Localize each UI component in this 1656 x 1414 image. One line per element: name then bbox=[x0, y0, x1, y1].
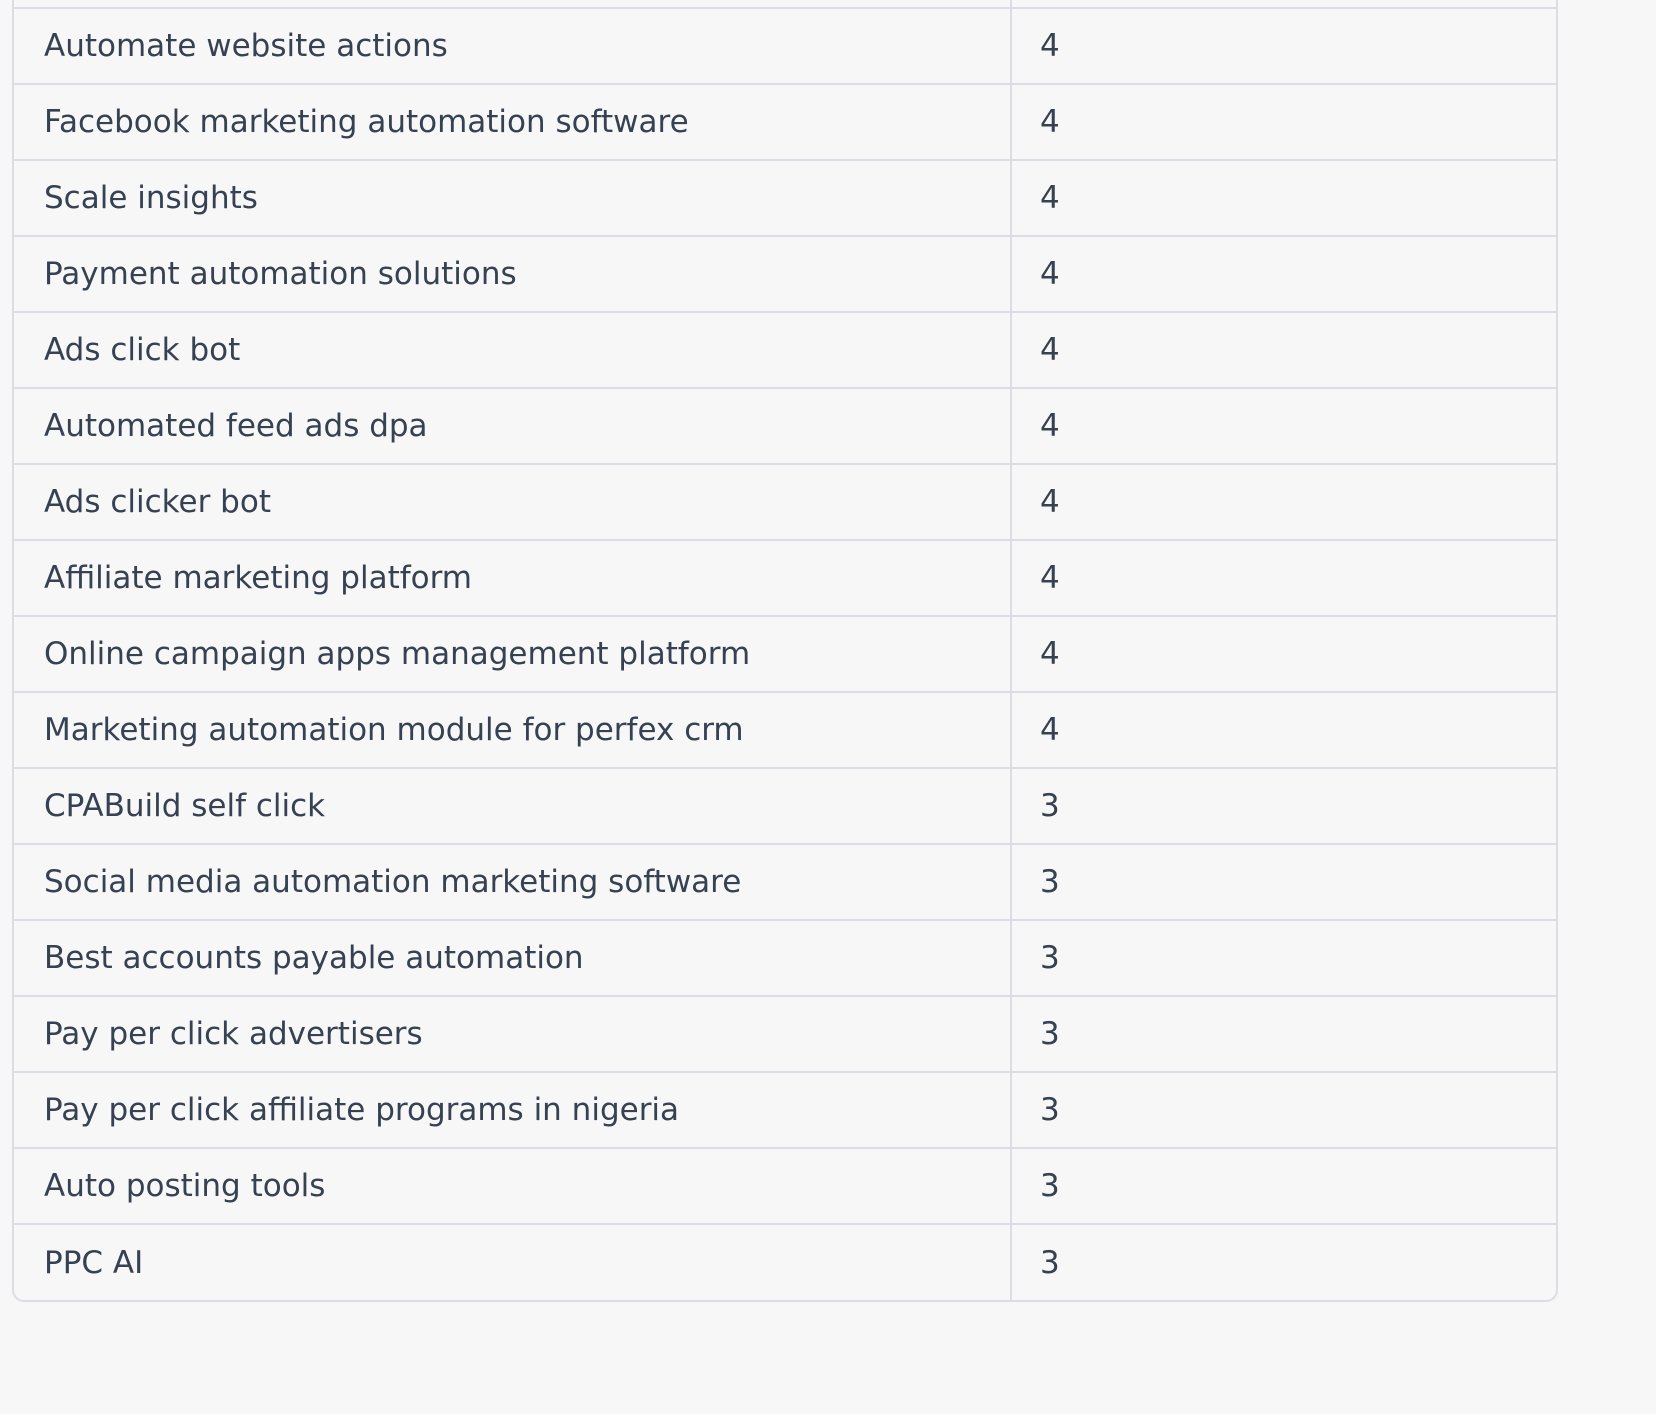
keyword-cell: Scale insights bbox=[14, 160, 1012, 237]
count-cell: 3 bbox=[1011, 996, 1556, 1073]
table-row: Pay per click affiliate programs in nige… bbox=[14, 1072, 1556, 1149]
count-cell: 3 bbox=[1011, 920, 1556, 997]
count-cell: 4 bbox=[1011, 312, 1556, 389]
table-row: Ads click bot 4 bbox=[14, 312, 1556, 389]
count-cell: 4 bbox=[1011, 692, 1556, 769]
keyword-cell: PPC AI bbox=[14, 1224, 1012, 1300]
keyword-cell: Online campaign apps management platform bbox=[14, 616, 1012, 693]
table-row: Pay per click advertisers 3 bbox=[14, 996, 1556, 1073]
keyword-cell: Auto posting tools bbox=[14, 1148, 1012, 1225]
count-cell: 4 bbox=[1011, 388, 1556, 465]
keyword-cell: Facebook marketing automation software bbox=[14, 84, 1012, 161]
keyword-cell: CPABuild self click bbox=[14, 768, 1012, 845]
table-row: Payment automation solutions 4 bbox=[14, 236, 1556, 313]
keyword-cell: Automate website actions bbox=[14, 8, 1012, 85]
table-row: Auto posting tools 3 bbox=[14, 1148, 1556, 1225]
keyword-cell: Payment automation solutions bbox=[14, 236, 1012, 313]
count-cell: 4 bbox=[1011, 160, 1556, 237]
keyword-cell: Pay per click advertisers bbox=[14, 996, 1012, 1073]
table-row-partial bbox=[14, 0, 1556, 9]
table-row: CPABuild self click 3 bbox=[14, 768, 1556, 845]
count-cell: 3 bbox=[1011, 768, 1556, 845]
table-row: Automated feed ads dpa 4 bbox=[14, 388, 1556, 465]
keyword-cell bbox=[14, 0, 1012, 9]
keyword-cell: Ads click bot bbox=[14, 312, 1012, 389]
count-cell bbox=[1011, 0, 1556, 9]
keyword-cell: Marketing automation module for perfex c… bbox=[14, 692, 1012, 769]
count-cell: 3 bbox=[1011, 1072, 1556, 1149]
count-cell: 4 bbox=[1011, 236, 1556, 313]
table-row: Social media automation marketing softwa… bbox=[14, 844, 1556, 921]
table-row: Marketing automation module for perfex c… bbox=[14, 692, 1556, 769]
count-cell: 4 bbox=[1011, 540, 1556, 617]
table-row: Scale insights 4 bbox=[14, 160, 1556, 237]
table-row: Ads clicker bot 4 bbox=[14, 464, 1556, 541]
count-cell: 4 bbox=[1011, 8, 1556, 85]
keyword-cell: Ads clicker bot bbox=[14, 464, 1012, 541]
count-cell: 4 bbox=[1011, 464, 1556, 541]
table-row: Affiliate marketing platform 4 bbox=[14, 540, 1556, 617]
count-cell: 3 bbox=[1011, 1148, 1556, 1225]
table-row: PPC AI 3 bbox=[14, 1224, 1556, 1300]
keyword-cell: Social media automation marketing softwa… bbox=[14, 844, 1012, 921]
count-cell: 3 bbox=[1040, 1244, 1060, 1281]
table-row: Automate website actions 4 bbox=[14, 8, 1556, 85]
count-cell: 3 bbox=[1011, 844, 1556, 921]
table-row: Best accounts payable automation 3 bbox=[14, 920, 1556, 997]
keyword-cell: Affiliate marketing platform bbox=[14, 540, 1012, 617]
count-cell: 4 bbox=[1011, 616, 1556, 693]
count-cell: 4 bbox=[1011, 84, 1556, 161]
table-row: Online campaign apps management platform… bbox=[14, 616, 1556, 693]
keyword-table: Automate website actions 4 Facebook market… bbox=[14, 0, 1556, 1300]
keyword-cell: Pay per click affiliate programs in nige… bbox=[14, 1072, 1012, 1149]
keyword-table-container: Automate website actions 4 Facebook market… bbox=[12, 0, 1558, 1302]
keyword-cell: Best accounts payable automation bbox=[14, 920, 1012, 997]
keyword-cell: Automated feed ads dpa bbox=[14, 388, 1012, 465]
keyword-table-body: Automate website actions 4 Facebook market… bbox=[14, 0, 1556, 1300]
table-row: Facebook marketing automation software 4 bbox=[14, 84, 1556, 161]
